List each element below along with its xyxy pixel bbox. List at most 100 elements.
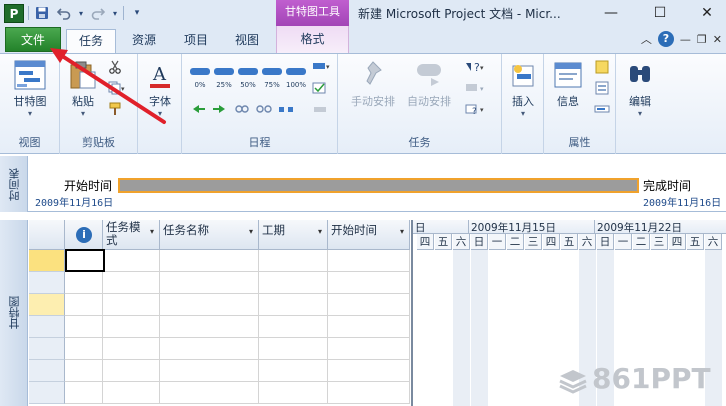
task-name-column-header[interactable]: 任务名称 ▾ xyxy=(160,220,259,250)
table-cell[interactable] xyxy=(259,316,328,338)
tab-resource[interactable]: 资源 xyxy=(122,29,166,53)
row-header[interactable] xyxy=(29,338,65,360)
row-header[interactable] xyxy=(29,360,65,382)
table-cell[interactable] xyxy=(160,382,259,404)
inspect-icon[interactable]: ? ▾ xyxy=(464,60,486,77)
table-cell[interactable] xyxy=(259,338,328,360)
maximize-button[interactable]: ☐ xyxy=(643,2,677,24)
table-cell[interactable] xyxy=(328,338,410,360)
table-cell[interactable] xyxy=(259,250,328,272)
table-cell[interactable] xyxy=(160,360,259,382)
timeline-bar[interactable] xyxy=(118,178,639,193)
table-cell[interactable] xyxy=(103,316,160,338)
outdent-icon[interactable] xyxy=(190,102,206,116)
table-cell[interactable] xyxy=(328,316,410,338)
help-icon[interactable]: ? xyxy=(657,31,674,47)
link-tasks-icon[interactable] xyxy=(234,102,250,116)
table-cell[interactable] xyxy=(65,360,103,382)
table-cell[interactable] xyxy=(160,294,259,316)
details-icon[interactable] xyxy=(594,81,610,98)
table-cell[interactable] xyxy=(160,272,259,294)
table-cell[interactable] xyxy=(65,294,103,316)
table-cell[interactable] xyxy=(328,294,410,316)
undo-icon[interactable] xyxy=(55,4,73,22)
minimize-button[interactable]: — xyxy=(594,2,628,24)
start-column-header[interactable]: 开始时间 ▾ xyxy=(328,220,410,250)
percent-0-button[interactable]: 0% xyxy=(190,68,210,90)
redo-dropdown-icon[interactable]: ▾ xyxy=(111,4,119,22)
mini-minimize-icon[interactable]: — xyxy=(680,33,691,46)
font-button[interactable]: A 字体 ▾ xyxy=(142,60,178,118)
copy-icon[interactable]: ▾ xyxy=(108,81,126,98)
project-app-icon[interactable]: P xyxy=(4,3,24,23)
tab-format[interactable]: 格式 xyxy=(276,26,349,53)
row-header[interactable] xyxy=(29,382,65,404)
table-cell[interactable] xyxy=(65,382,103,404)
table-cell[interactable] xyxy=(160,250,259,272)
paste-button[interactable]: 粘贴 ▾ xyxy=(64,60,102,118)
table-cell[interactable] xyxy=(328,250,410,272)
insert-button[interactable]: 插入 ▾ xyxy=(506,60,540,118)
manually-schedule-button[interactable]: 手动安排 xyxy=(346,60,400,109)
table-cell[interactable] xyxy=(65,316,103,338)
move-icon[interactable]: ▾ xyxy=(464,81,486,98)
table-cell[interactable] xyxy=(259,360,328,382)
information-button[interactable]: 信息 xyxy=(548,60,588,109)
unlink-tasks-icon[interactable] xyxy=(256,102,272,116)
mode-icon[interactable]: ? ▾ xyxy=(464,102,486,119)
split-task-icon[interactable] xyxy=(278,102,294,116)
row-header[interactable] xyxy=(29,272,65,294)
table-cell[interactable] xyxy=(103,272,160,294)
mini-restore-icon[interactable]: ❐ xyxy=(697,33,707,46)
indicators-column-header[interactable]: i xyxy=(65,220,103,250)
table-cell[interactable] xyxy=(103,250,160,272)
table-cell[interactable] xyxy=(328,272,410,294)
editing-button[interactable]: 编辑 ▾ xyxy=(620,60,660,118)
table-cell[interactable] xyxy=(103,360,160,382)
table-cell[interactable] xyxy=(103,338,160,360)
percent-100-button[interactable]: 100% xyxy=(286,68,306,90)
cut-icon[interactable] xyxy=(108,60,122,77)
table-cell[interactable] xyxy=(103,294,160,316)
table-cell[interactable] xyxy=(328,360,410,382)
inactivate-icon[interactable] xyxy=(312,102,328,119)
row-header[interactable] xyxy=(29,294,65,316)
row-header[interactable] xyxy=(29,316,65,338)
add-to-timeline-icon[interactable] xyxy=(594,102,610,119)
table-cell[interactable] xyxy=(103,382,160,404)
tab-view[interactable]: 视图 xyxy=(225,29,269,53)
auto-schedule-button[interactable]: 自动安排 xyxy=(402,60,456,109)
table-cell[interactable] xyxy=(328,382,410,404)
active-cell[interactable] xyxy=(65,249,105,272)
gantt-chart-button[interactable]: 甘特图 ▾ xyxy=(4,60,56,118)
mark-on-track-icon[interactable]: ▾ xyxy=(312,60,332,77)
table-cell[interactable] xyxy=(259,272,328,294)
percent-25-button[interactable]: 25% xyxy=(214,68,234,90)
table-cell[interactable] xyxy=(65,272,103,294)
save-icon[interactable] xyxy=(33,4,51,22)
close-button[interactable]: ✕ xyxy=(690,2,724,24)
percent-50-button[interactable]: 50% xyxy=(238,68,258,90)
table-cell[interactable] xyxy=(65,338,103,360)
customize-qat-icon[interactable]: ▾ xyxy=(128,4,146,22)
notes-icon[interactable] xyxy=(594,60,610,77)
table-cell[interactable] xyxy=(160,316,259,338)
mini-close-icon[interactable]: ✕ xyxy=(713,33,722,46)
tab-task[interactable]: 任务 xyxy=(66,29,116,53)
collapse-ribbon-icon[interactable]: ︿ xyxy=(641,31,652,47)
format-painter-icon[interactable] xyxy=(108,102,122,119)
table-cell[interactable] xyxy=(160,338,259,360)
table-cell[interactable] xyxy=(259,294,328,316)
tab-file[interactable]: 文件 xyxy=(5,27,61,52)
task-mode-column-header[interactable]: 任务模 式 ▾ xyxy=(103,220,160,250)
duration-column-header[interactable]: 工期 ▾ xyxy=(259,220,328,250)
row-header[interactable] xyxy=(29,250,65,272)
table-cell[interactable] xyxy=(259,382,328,404)
indent-icon[interactable] xyxy=(212,102,228,116)
respect-links-icon[interactable] xyxy=(312,81,328,98)
select-all-corner[interactable] xyxy=(29,220,65,250)
percent-75-button[interactable]: 75% xyxy=(262,68,282,90)
redo-icon[interactable] xyxy=(89,4,107,22)
undo-dropdown-icon[interactable]: ▾ xyxy=(77,4,85,22)
tab-project[interactable]: 项目 xyxy=(174,29,218,53)
